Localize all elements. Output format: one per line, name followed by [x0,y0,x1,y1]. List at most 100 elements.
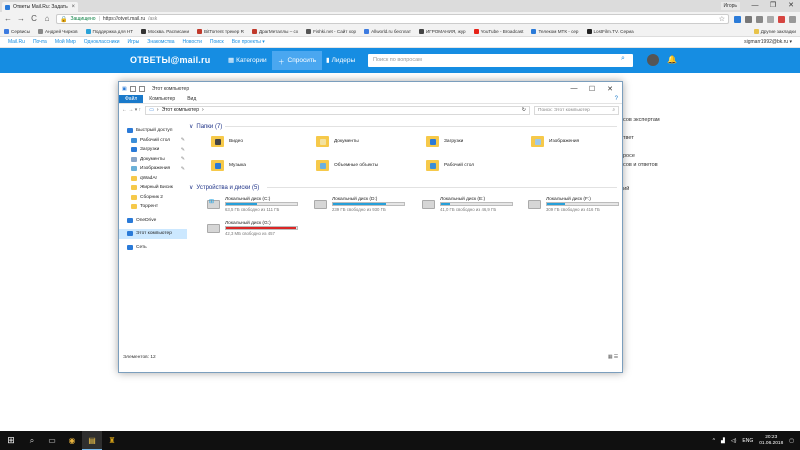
task-view-icon[interactable]: ▭ [42,431,62,450]
bookmark-item[interactable]: Москва. Расписани [141,28,189,34]
extension-icon[interactable] [745,15,752,23]
nav-item-documents[interactable]: Документы ✎ [119,155,187,165]
nav-item-folder-qwadar[interactable]: qWadAr [119,174,187,184]
bookmark-item[interactable]: ИГРОМАНИЯ, жур [418,28,466,34]
home-icon[interactable]: ⌂ [43,12,51,26]
search-icon[interactable]: ⌕ [22,431,42,450]
bookmark-item[interactable]: Allworld.ru бесплат [364,28,411,34]
folder-tile[interactable]: Изображения [531,136,579,147]
bookmark-item[interactable]: Поддержка для НТ [85,28,133,34]
portal-link[interactable]: Все проекты ▾ [232,39,265,45]
nav-item-desktop[interactable]: Рабочий стол ✎ [119,136,187,146]
tab-close-icon[interactable]: × [71,4,75,10]
tab-view[interactable]: Вид [181,95,202,103]
quick-access-toolbar-icon[interactable] [129,85,136,92]
tab-file[interactable]: Файл [119,95,144,103]
explorer-search-input[interactable]: Поиск: Этот компьютер ⌕ [534,105,619,115]
explorer-minimize-button[interactable]: — [565,85,583,93]
folders-group-header[interactable]: ∨ Папки (7) [189,123,222,131]
bookmark-item[interactable]: BitTorrent трекер R [197,28,244,34]
folder-tile[interactable]: Объемные объекты [316,160,378,171]
sidebar-text[interactable]: осов и ответов [620,162,658,168]
other-bookmarks[interactable]: Другие закладки [753,28,796,34]
tab-computer[interactable]: Компьютер [143,95,181,103]
extension-icon[interactable] [756,15,763,23]
bell-icon[interactable]: 🔔 [667,55,677,64]
refresh-icon[interactable]: ↻ [522,107,526,113]
folder-tile[interactable]: Видео [211,136,243,147]
browser-tab[interactable]: Ответы Mail.Ru: Задать × [2,2,78,12]
bookmark-item[interactable]: YouTube - Broadcast [473,28,523,34]
chrome-taskbar-icon[interactable]: ◉ [62,431,82,450]
portal-link[interactable]: Почта [33,39,47,45]
volume-icon[interactable]: ◁) [731,438,737,444]
help-icon[interactable]: ? [615,95,622,103]
answers-search-input[interactable]: Поиск по вопросам [368,54,633,67]
bookmark-item[interactable]: Fishki.net - Сайт хор [306,28,356,34]
extension-icon[interactable] [734,15,741,23]
portal-link[interactable]: Поиск [210,39,224,45]
nav-item-pictures[interactable]: Изображения ✎ [119,164,187,174]
bookmark-item[interactable]: LostFilm.TV. Сериа [586,28,634,34]
tray-overflow-icon[interactable]: ^ [713,438,715,444]
reload-icon[interactable]: C [30,12,38,26]
portal-link[interactable]: Новости [183,39,202,45]
explorer-taskbar-icon[interactable]: ▤ [82,431,102,450]
drive-tile[interactable]: Локальный диск (D:) 239 ГБ свободно из 93… [314,197,406,213]
folder-tile[interactable]: Рабочий стол [426,160,474,171]
folder-tile[interactable]: Загрузки [426,136,463,147]
search-icon[interactable]: ⌕ [621,55,625,63]
nav-item-folder-torrent[interactable]: Торрент [119,202,187,212]
explorer-close-button[interactable]: ✕ [601,85,619,93]
nav-item-onedrive[interactable]: OneDrive [119,216,187,226]
clock[interactable]: 20:23 01.06.2018 [759,435,783,447]
folder-tile[interactable]: Документы [316,136,359,147]
categories-link[interactable]: ▦ Категории [228,56,267,65]
sidebar-text[interactable]: осов экспертам [620,117,660,123]
view-toggle-icons[interactable]: ▦ ☰ [608,355,622,360]
address-nav-arrows[interactable]: ← → ▾ ↑ [122,107,141,113]
minimize-button[interactable]: — [746,0,764,12]
quick-access-toolbar-icon[interactable] [138,85,145,92]
bookmark-item[interactable]: Андрей Чирков [38,28,78,34]
drive-tile[interactable]: Локальный диск (G:) 42,3 МБ свободно из 4… [207,221,299,237]
bookmark-star-icon[interactable]: ☆ [719,15,725,23]
drive-tile[interactable]: Локальный диск (E:) 41,0 ГБ свободно из 4… [422,197,514,213]
game-taskbar-icon[interactable]: ♜ [102,431,122,450]
maximize-button[interactable]: ❐ [764,0,782,12]
nav-item-folder-sbornik-2[interactable]: Сборник 2 [119,193,187,203]
nav-item-folder-zhirny-bisik[interactable]: Жирный Бисик [119,183,187,193]
portal-link[interactable]: Одноклассники [84,39,120,45]
network-icon[interactable]: ▟ [721,438,725,444]
portal-link[interactable]: Игры [128,39,140,45]
close-button[interactable]: ✕ [782,0,800,12]
drives-group-header[interactable]: ∨ Устройства и диски (5) [189,184,259,192]
nav-item-quick-access[interactable]: Быстрый доступ [119,126,187,136]
back-icon[interactable]: ← [4,12,12,26]
portal-link[interactable]: Мой Мир [55,39,76,45]
ask-button[interactable]: ＋ Спросить [272,51,323,70]
portal-link[interactable]: Знакомства [147,39,174,45]
explorer-address-bar[interactable]: ▭ › Этот компьютер › ↻ [145,105,530,115]
address-bar[interactable]: 🔒 Защищено | https://otvet.mail.ru/ask ☆ [56,14,729,24]
explorer-titlebar[interactable]: ▣ Этот компьютер — ☐ ✕ [119,82,622,95]
portal-link[interactable]: Mail.Ru [8,39,25,45]
leaders-link[interactable]: ▮ Лидеры [326,56,355,65]
forward-icon[interactable]: → [17,12,25,26]
nav-item-downloads[interactable]: Загрузки ✎ [119,145,187,155]
folder-tile[interactable]: Музыка [211,160,246,171]
answers-logo[interactable]: ОТВЕТЫ@mail.ru [130,55,210,65]
language-indicator[interactable]: ENG [742,438,753,444]
nav-item-network[interactable]: Сеть [119,243,187,253]
start-button[interactable]: ⊞ [0,435,22,446]
drive-tile[interactable]: ⊞ Локальный диск (C:) 63,5 ГБ свободно из … [207,197,299,213]
nav-item-this-pc[interactable]: Этот компьютер [119,229,187,239]
extension-icon[interactable] [789,15,796,23]
profile-button[interactable]: Игорь [720,2,740,10]
extension-icon[interactable] [778,15,785,23]
user-email[interactable]: sigmarr1992@bk.ru ▾ [744,39,792,45]
drive-tile[interactable]: Локальный диск (F:) 309 ГБ свободно из 41… [528,197,620,213]
avatar[interactable] [647,54,659,66]
bookmark-item[interactable]: Телеком МТК - сер [531,28,579,34]
bookmark-item[interactable]: Сервисы [4,28,30,34]
